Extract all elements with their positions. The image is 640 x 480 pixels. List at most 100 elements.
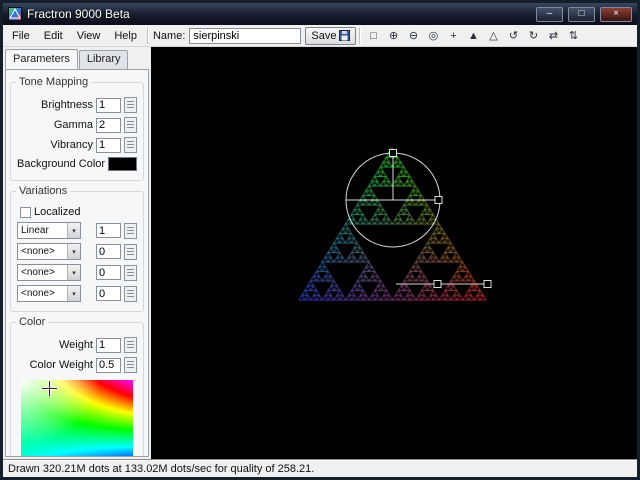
menubar-divider <box>146 27 148 44</box>
new-flame-button[interactable]: □ <box>363 27 383 45</box>
variation-row: <none> ▾ <box>17 243 137 260</box>
gamma-label: Gamma <box>53 119 93 131</box>
statusbar: Drawn 320.21M dots at 133.02M dots/sec f… <box>3 459 637 477</box>
sidepanel: Parameters Library Tone Mapping Brightne… <box>3 47 151 459</box>
brightness-input[interactable] <box>96 97 121 113</box>
variation-stepper-3[interactable] <box>124 264 137 281</box>
variation-row: Linear ▾ <box>17 222 137 239</box>
variation-weight-2[interactable] <box>96 244 121 259</box>
save-button[interactable]: Save <box>305 26 357 45</box>
name-input[interactable] <box>189 27 302 44</box>
toolbar: □ ⊕ ⊖ ◎ + ▲ △ ↺ ↻ ⇄ ⇅ <box>363 27 583 45</box>
parameters-page: Tone Mapping Brightness Gamma Vibrancy <box>5 69 149 457</box>
variation-select-3[interactable]: <none> ▾ <box>17 264 81 281</box>
brightness-label: Brightness <box>41 99 93 111</box>
titlebar: Fractron 9000 Beta – □ × <box>3 3 637 25</box>
gamma-input[interactable] <box>96 117 121 133</box>
variation-weight-1[interactable] <box>96 223 121 238</box>
background-color-label: Background Color <box>17 158 106 170</box>
tone-mapping-title: Tone Mapping <box>16 76 92 88</box>
app-icon <box>8 7 22 21</box>
weight-stepper[interactable] <box>124 337 137 353</box>
color-weight-stepper[interactable] <box>124 357 137 373</box>
tab-strip: Parameters Library <box>3 47 151 70</box>
vibrancy-label: Vibrancy <box>50 139 93 151</box>
flip-horizontal-button[interactable]: ⇄ <box>543 27 563 45</box>
gamma-stepper[interactable] <box>124 117 137 133</box>
variation-select-1[interactable]: Linear ▾ <box>17 222 81 239</box>
zoom-in-button[interactable]: ⊕ <box>383 27 403 45</box>
undo-button[interactable]: ↺ <box>503 27 523 45</box>
main-content: Parameters Library Tone Mapping Brightne… <box>3 47 637 459</box>
tab-library[interactable]: Library <box>78 50 129 70</box>
localized-row: Localized <box>20 206 137 218</box>
variation-row: <none> ▾ <box>17 264 137 281</box>
add-transform-button[interactable]: ▲ <box>463 27 483 45</box>
app-window: Fractron 9000 Beta – □ × File Edit View … <box>0 0 640 480</box>
remove-transform-button[interactable]: △ <box>483 27 503 45</box>
vibrancy-row: Vibrancy <box>17 137 137 153</box>
weight-row: Weight <box>17 337 137 353</box>
name-label: Name: <box>152 29 186 42</box>
palette-canvas[interactable] <box>21 380 133 456</box>
color-weight-row: Color Weight <box>17 357 137 373</box>
background-color-row: Background Color <box>17 157 137 171</box>
transform-handles-overlay[interactable] <box>151 47 637 459</box>
color-group: Color Weight Color Weight <box>10 316 144 456</box>
menu-edit[interactable]: Edit <box>37 27 70 45</box>
variation-row: <none> ▾ <box>17 285 137 302</box>
localized-checkbox[interactable] <box>20 206 31 218</box>
chevron-down-icon[interactable]: ▾ <box>67 265 80 280</box>
minimize-button[interactable]: – <box>536 6 563 22</box>
weight-input[interactable] <box>96 337 121 353</box>
transform2-x-handle[interactable] <box>483 280 492 288</box>
variation-select-2-value: <none> <box>21 246 55 257</box>
localized-label: Localized <box>34 206 81 218</box>
palette-cursor[interactable] <box>42 381 57 396</box>
variation-select-2[interactable]: <none> ▾ <box>17 243 81 260</box>
redo-button[interactable]: ↻ <box>523 27 543 45</box>
variation-stepper-2[interactable] <box>124 243 137 260</box>
chevron-down-icon[interactable]: ▾ <box>67 286 80 301</box>
weight-label: Weight <box>58 339 93 351</box>
brightness-row: Brightness <box>17 97 137 113</box>
menubar: File Edit View Help Name: Save □ ⊕ ⊖ ◎ +… <box>3 25 637 47</box>
variation-stepper-4[interactable] <box>124 285 137 302</box>
zoom-out-button[interactable]: ⊖ <box>403 27 423 45</box>
menu-file[interactable]: File <box>5 27 37 45</box>
render-viewport[interactable] <box>151 47 637 459</box>
chevron-down-icon[interactable]: ▾ <box>67 244 80 259</box>
flip-vertical-button[interactable]: ⇅ <box>563 27 583 45</box>
color-weight-input[interactable] <box>96 357 121 373</box>
transform-x-handle[interactable] <box>434 196 443 204</box>
tab-parameters[interactable]: Parameters <box>5 49 78 69</box>
maximize-button[interactable]: □ <box>568 6 595 22</box>
variation-stepper-1[interactable] <box>124 222 137 239</box>
gamma-row: Gamma <box>17 117 137 133</box>
variation-select-4[interactable]: <none> ▾ <box>17 285 81 302</box>
color-weight-label: Color Weight <box>29 359 93 371</box>
reset-view-button[interactable]: ◎ <box>423 27 443 45</box>
close-button[interactable]: × <box>600 6 632 22</box>
transform2-mid-handle[interactable] <box>433 280 442 288</box>
chevron-down-icon[interactable]: ▾ <box>67 223 80 238</box>
window-title: Fractron 9000 Beta <box>27 7 130 21</box>
menu-view[interactable]: View <box>70 27 108 45</box>
color-palette[interactable] <box>21 380 133 456</box>
vibrancy-input[interactable] <box>96 137 121 153</box>
toolbar-divider <box>359 27 361 44</box>
color-group-title: Color <box>16 316 49 328</box>
background-color-swatch[interactable] <box>108 157 137 171</box>
variations-title: Variations <box>16 185 71 197</box>
pan-view-button[interactable]: + <box>443 27 463 45</box>
brightness-stepper[interactable] <box>124 97 137 113</box>
variation-select-3-value: <none> <box>21 267 55 278</box>
transform-y-handle[interactable] <box>389 149 397 157</box>
save-button-label: Save <box>311 29 337 42</box>
variation-weight-4[interactable] <box>96 286 121 301</box>
vibrancy-stepper[interactable] <box>124 137 137 153</box>
variation-weight-3[interactable] <box>96 265 121 280</box>
tone-mapping-group: Tone Mapping Brightness Gamma Vibrancy <box>10 76 144 181</box>
status-text: Drawn 320.21M dots at 133.02M dots/sec f… <box>8 462 315 475</box>
menu-help[interactable]: Help <box>107 27 144 45</box>
